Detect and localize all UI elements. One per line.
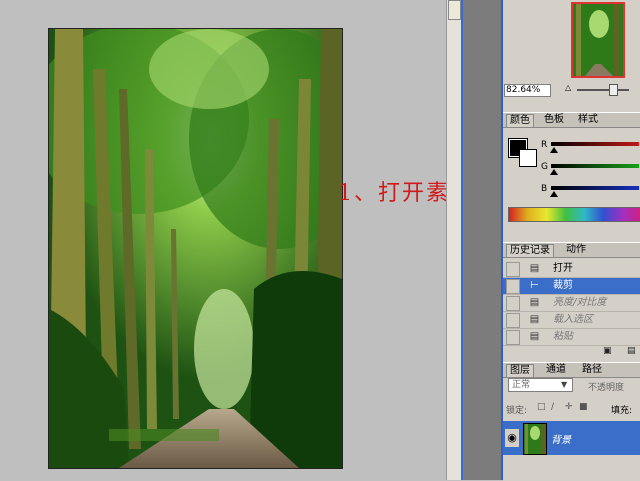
layers-panel-tabs: 图层 通道 路径 bbox=[503, 363, 640, 378]
channel-g-knob[interactable] bbox=[550, 169, 558, 175]
history-item[interactable]: ▤ 亮度/对比度 bbox=[503, 295, 640, 312]
history-item[interactable]: ▤ 粘贴 bbox=[503, 329, 640, 346]
history-snapshot-box[interactable] bbox=[506, 330, 520, 345]
history-item-label: 裁剪 bbox=[553, 280, 573, 291]
history-snapshot-box[interactable] bbox=[506, 279, 520, 294]
channel-b-label: B bbox=[541, 184, 548, 194]
document-canvas[interactable] bbox=[48, 28, 343, 469]
tab-layers[interactable]: 图层 bbox=[506, 364, 534, 377]
crop-icon: ⊢ bbox=[530, 280, 539, 291]
workspace-scrollbar[interactable] bbox=[446, 0, 461, 480]
channel-r-slider[interactable] bbox=[551, 142, 639, 146]
channel-r-label: R bbox=[541, 140, 548, 150]
lock-label: 锁定: bbox=[506, 406, 528, 416]
new-document-icon[interactable]: ▤ bbox=[627, 346, 636, 356]
doc-icon: ▤ bbox=[529, 331, 540, 342]
lock-brush-icon[interactable]: ∕ bbox=[551, 403, 560, 412]
tab-styles[interactable]: 样式 bbox=[575, 114, 601, 126]
history-item[interactable]: ▤ 载入选区 bbox=[503, 312, 640, 329]
gutter bbox=[463, 0, 501, 480]
tab-history[interactable]: 历史记录 bbox=[506, 244, 554, 257]
channel-g-label: G bbox=[541, 162, 548, 172]
fill-label: 填充: bbox=[611, 406, 633, 416]
channel-r-knob[interactable] bbox=[550, 147, 558, 153]
zoom-input[interactable]: 82.64% bbox=[504, 84, 551, 97]
zoom-out-icon[interactable]: △ bbox=[565, 83, 571, 92]
layer-row-background[interactable]: ◉ 背景 bbox=[503, 421, 640, 455]
doc-icon: ▤ bbox=[529, 314, 540, 325]
document-workspace: 1、打开素材 bbox=[0, 0, 472, 480]
tab-swatches[interactable]: 色板 bbox=[541, 114, 567, 126]
palette-column: 82.64% △ 颜色 色板 样式 R G B 历史记录 动作 ▤ 打开 ⊢ 裁… bbox=[503, 0, 640, 481]
color-spectrum-bar[interactable] bbox=[508, 207, 640, 222]
history-snapshot-box[interactable] bbox=[506, 262, 520, 277]
scrollbar-thumb[interactable] bbox=[448, 0, 461, 20]
zoom-slider[interactable] bbox=[577, 89, 629, 91]
doc-icon: ▤ bbox=[529, 297, 540, 308]
lock-all-icon[interactable]: ■ bbox=[579, 403, 588, 412]
lock-transparency-icon[interactable]: □ bbox=[537, 403, 546, 412]
eye-icon[interactable]: ◉ bbox=[505, 429, 519, 447]
history-item-label: 亮度/对比度 bbox=[553, 297, 607, 308]
tab-paths[interactable]: 路径 bbox=[579, 364, 605, 376]
tab-color[interactable]: 颜色 bbox=[506, 114, 534, 127]
channel-g-slider[interactable] bbox=[551, 164, 639, 168]
history-item-label: 载入选区 bbox=[553, 314, 593, 325]
lock-move-icon[interactable]: ✛ bbox=[565, 403, 574, 412]
channel-b-knob[interactable] bbox=[550, 191, 558, 197]
history-item-label: 粘贴 bbox=[553, 331, 573, 342]
opacity-label: 不透明度 bbox=[588, 383, 625, 393]
tab-channels[interactable]: 通道 bbox=[543, 364, 569, 376]
history-item[interactable]: ▤ 打开 bbox=[503, 261, 640, 278]
channel-b-slider[interactable] bbox=[551, 186, 639, 190]
navigator-panel: 82.64% △ bbox=[503, 0, 640, 98]
navigator-thumbnail[interactable] bbox=[571, 2, 625, 78]
doc-icon: ▤ bbox=[529, 263, 540, 274]
history-snapshot-box[interactable] bbox=[506, 296, 520, 311]
chevron-down-icon[interactable]: ▼ bbox=[561, 380, 567, 389]
color-panel-tabs: 颜色 色板 样式 bbox=[503, 113, 640, 128]
layer-name: 背景 bbox=[551, 435, 571, 446]
tab-actions[interactable]: 动作 bbox=[563, 244, 589, 256]
history-item-selected[interactable]: ⊢ 裁剪 bbox=[503, 278, 640, 295]
layer-thumbnail bbox=[523, 423, 547, 455]
history-panel-tabs: 历史记录 动作 bbox=[503, 243, 640, 258]
history-item-label: 打开 bbox=[553, 263, 573, 274]
background-color-swatch[interactable] bbox=[519, 149, 537, 167]
zoom-slider-knob[interactable] bbox=[609, 84, 618, 96]
history-panel: 历史记录 动作 ▤ 打开 ⊢ 裁剪 ▤ 亮度/对比度 ▤ 载入选区 ▤ 粘贴 ▣ bbox=[503, 242, 640, 359]
history-snapshot-box[interactable] bbox=[506, 313, 520, 328]
forest-photo bbox=[49, 29, 342, 468]
new-snapshot-icon[interactable]: ▣ bbox=[603, 346, 612, 356]
